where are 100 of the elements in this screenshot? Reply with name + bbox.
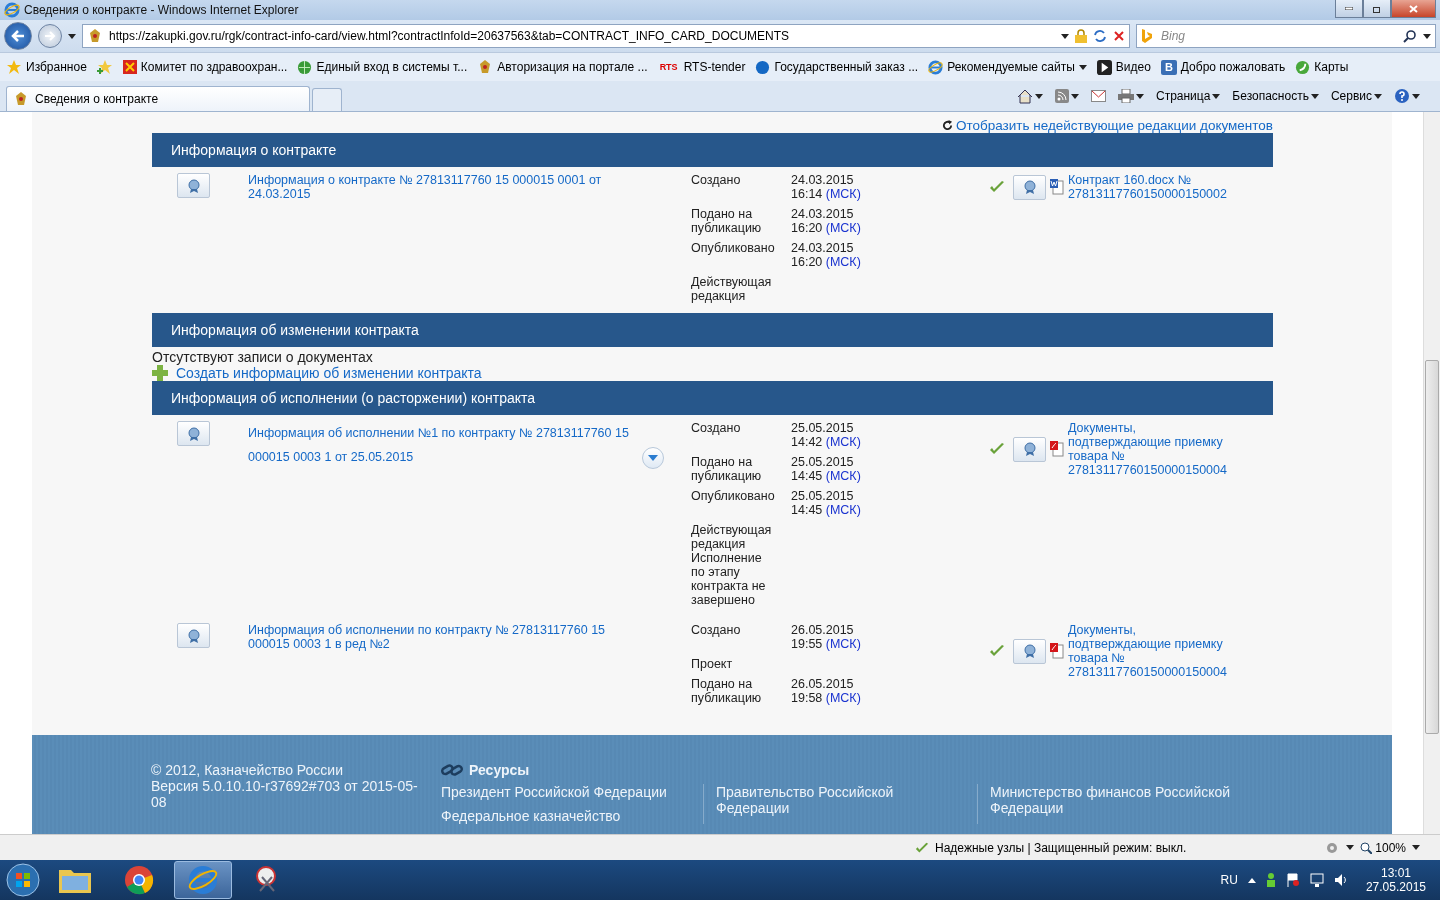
print-button[interactable]: [1117, 89, 1144, 103]
pdf-file-icon: [1050, 441, 1064, 457]
empty-message: Отсутствуют записи о документах: [152, 348, 374, 365]
window-title: Сведения о контракте - Windows Internet Explorer: [24, 3, 300, 17]
favorite-link[interactable]: Государственный заказ ...: [755, 59, 919, 75]
plus-icon: [152, 365, 168, 381]
event-label: Опубликовано: [691, 241, 775, 257]
favorite-link[interactable]: Авторизация на портале ...: [477, 59, 648, 75]
seal-icon: [1021, 441, 1038, 457]
signature-button[interactable]: [177, 623, 210, 648]
copyright-text: © 2012, Казначейство России: [151, 762, 344, 778]
command-menu[interactable]: Страница: [1155, 89, 1221, 103]
caret-icon: [1070, 93, 1079, 99]
seal-icon: [185, 425, 202, 442]
speaker-icon: [1333, 873, 1348, 887]
favorite-link[interactable]: Видео: [1096, 59, 1151, 75]
signature-button[interactable]: [1013, 638, 1046, 664]
seal-icon: [185, 627, 202, 644]
event-date: 26.05.2015 19:55 (МСК): [791, 623, 862, 651]
event-date: 25.05.2015 14:42 (МСК): [791, 421, 862, 449]
clock[interactable]: 13:01 27.05.2015: [1357, 866, 1434, 894]
favorite-link[interactable]: RTS RTS-tender: [657, 60, 746, 74]
document-link[interactable]: Информация об исполнении по контракту № 27813117760 15 000015 0003 1 в ред №2: [248, 623, 638, 651]
home-button[interactable]: [1016, 88, 1043, 104]
section-header: Информация об изменении контракта: [152, 313, 1273, 347]
ie-logo-icon: [188, 865, 218, 895]
play-icon: [1096, 59, 1112, 75]
signature-button[interactable]: [1013, 174, 1046, 200]
favorites-button[interactable]: Избранное: [6, 59, 87, 75]
refresh-icon: [1093, 29, 1107, 43]
mail-button[interactable]: [1090, 90, 1106, 102]
add-favorite-icon: [96, 59, 113, 75]
section-header: Информация о контракте: [152, 133, 1273, 167]
event-label: Действующая редакция: [691, 275, 773, 303]
signature-button[interactable]: [177, 173, 210, 198]
document-link[interactable]: Информация о контракте № 27813117760 15 000015 0001 от 24.03.2015: [248, 173, 638, 201]
event-label: Проект: [691, 657, 734, 671]
maximize-button[interactable]: [1363, 0, 1391, 18]
attachment-link[interactable]: Контракт 160.docx № 27813117760150000150002: [1068, 173, 1228, 201]
event-label: Подано на публикацию: [691, 207, 763, 235]
caret-icon: [1412, 93, 1420, 99]
caret-icon: [1423, 33, 1431, 39]
help-button[interactable]: [1394, 88, 1420, 104]
scrollbar[interactable]: [1423, 112, 1440, 834]
rss-icon: [1054, 89, 1069, 103]
command-menu[interactable]: Сервис: [1330, 89, 1382, 103]
caret-icon: [1212, 93, 1221, 99]
event-date: 26.05.2015 19:58 (МСК): [791, 677, 862, 705]
caret-icon: [648, 455, 658, 461]
event-label: Действующая редакция Исполнение по этапу контракта не завершено: [691, 523, 773, 607]
event-label: Опубликовано: [691, 489, 775, 505]
signature-button[interactable]: [1013, 436, 1046, 462]
favorite-link[interactable]: Единый вход в системы т...: [297, 59, 468, 75]
browser-tab[interactable]: Сведения о контракте: [6, 86, 310, 111]
event-label: Создано: [691, 421, 742, 437]
event-date: 25.05.2015 14:45 (МСК): [791, 455, 862, 483]
ie-logo-icon: [928, 59, 944, 75]
caret-icon: [1135, 93, 1144, 99]
favorite-link[interactable]: Рекомендуемые сайты: [928, 59, 1087, 75]
event-date: 24.03.2015 16:14 (МСК): [791, 173, 862, 201]
event-date: 24.03.2015 16:20 (МСК): [791, 241, 862, 269]
command-menu[interactable]: Безопасность: [1232, 89, 1319, 103]
resources-heading: Ресурсы: [441, 762, 1251, 778]
zoom-icon: [1360, 841, 1373, 854]
back-arrow-icon: [11, 30, 25, 42]
network-icon: [1309, 873, 1324, 887]
flag-icon: [1285, 873, 1300, 887]
document-link[interactable]: Информация об исполнении №1 по контракту № 27813117760 15 000015 0003 1 от 25.05.2015: [248, 421, 638, 469]
close-button[interactable]: [1391, 0, 1436, 18]
create-link[interactable]: Создать информацию об изменении контракта: [152, 365, 482, 381]
signature-button[interactable]: [177, 421, 210, 446]
attachment-link[interactable]: Документы, подтверждающие приемку товара № 27813117760150000150004: [1068, 421, 1228, 477]
search-icon: [1403, 29, 1417, 43]
event-label: Подано на публикацию: [691, 455, 763, 483]
person-icon: [1265, 873, 1276, 887]
feeds-button[interactable]: [1054, 89, 1079, 103]
favorite-link[interactable]: Комитет по здравоохран...: [122, 60, 288, 74]
link-icon: [441, 763, 463, 777]
forward-button[interactable]: [38, 24, 62, 48]
caret-icon: [1034, 93, 1043, 99]
language-indicator[interactable]: RU: [1220, 873, 1238, 887]
search-field[interactable]: Bing: [1136, 24, 1436, 48]
emblem-icon: [87, 28, 103, 44]
star-icon: [6, 59, 22, 75]
attachment-link[interactable]: Документы, подтверждающие приемку товара № 27813117760150000150004: [1068, 623, 1228, 679]
back-button[interactable]: [4, 22, 32, 50]
favorite-link[interactable]: Карты: [1295, 59, 1349, 75]
check-icon: [915, 840, 929, 855]
map-icon: [1295, 59, 1311, 75]
caret-icon: [1061, 33, 1069, 39]
tray-arrow-icon: [1247, 877, 1256, 883]
caret-icon: [68, 33, 76, 39]
caret-icon: [1412, 845, 1420, 850]
bing-logo-icon: [1141, 29, 1153, 43]
zoom-button[interactable]: 100%: [1360, 840, 1406, 855]
event-date: 25.05.2015 14:45 (МСК): [791, 489, 862, 517]
favorite-link[interactable]: B Добро пожаловать: [1160, 59, 1286, 75]
address-field[interactable]: https://zakupki.gov.ru/rgk/contract-info-card/view.html?contractInfoId=20637563&tab=CONTRACT_INFO_CARD_DOCUMENTS: [82, 24, 1130, 48]
expand-button[interactable]: [642, 447, 664, 469]
help-icon: [1394, 88, 1410, 104]
